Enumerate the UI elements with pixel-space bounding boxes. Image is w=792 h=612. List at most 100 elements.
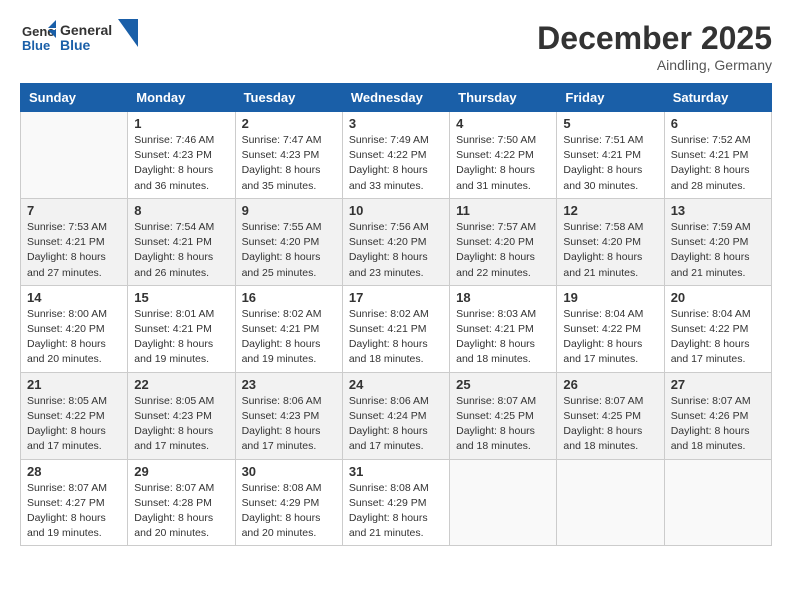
day-info: Sunrise: 8:06 AM Sunset: 4:24 PM Dayligh… — [349, 394, 443, 455]
day-info: Sunrise: 7:46 AM Sunset: 4:23 PM Dayligh… — [134, 133, 228, 194]
day-info: Sunrise: 8:07 AM Sunset: 4:25 PM Dayligh… — [456, 394, 550, 455]
calendar-cell: 20 Sunrise: 8:04 AM Sunset: 4:22 PM Dayli… — [664, 285, 771, 372]
calendar-cell: 17 Sunrise: 8:02 AM Sunset: 4:21 PM Dayli… — [342, 285, 449, 372]
day-number: 9 — [242, 203, 336, 218]
calendar-cell: 13Sunrise: 7:59 AM Sunset: 4:20 PM Dayli… — [664, 198, 771, 285]
day-info: Sunrise: 8:03 AM Sunset: 4:21 PM Dayligh… — [456, 307, 550, 368]
day-number: 29 — [134, 464, 228, 479]
day-number: 15 — [134, 290, 228, 305]
day-number: 3 — [349, 116, 443, 131]
calendar-cell — [557, 459, 664, 546]
day-info: Sunrise: 7:57 AM Sunset: 4:20 PM Dayligh… — [456, 220, 550, 281]
day-info: Sunrise: 7:49 AM Sunset: 4:22 PM Dayligh… — [349, 133, 443, 194]
day-info: Sunrise: 7:51 AM Sunset: 4:21 PM Dayligh… — [563, 133, 657, 194]
calendar-cell: 22 Sunrise: 8:05 AM Sunset: 4:23 PM Dayli… — [128, 372, 235, 459]
title-block: December 2025 Aindling, Germany — [537, 20, 772, 73]
day-info: Sunrise: 7:47 AM Sunset: 4:23 PM Dayligh… — [242, 133, 336, 194]
logo: General Blue General Blue — [20, 20, 138, 56]
day-number: 22 — [134, 377, 228, 392]
calendar-week-row: 28Sunrise: 8:07 AM Sunset: 4:27 PM Dayli… — [21, 459, 772, 546]
day-number: 14 — [27, 290, 121, 305]
day-number: 31 — [349, 464, 443, 479]
calendar-table: SundayMondayTuesdayWednesdayThursdayFrid… — [20, 83, 772, 546]
calendar-cell: 29Sunrise: 8:07 AM Sunset: 4:28 PM Dayli… — [128, 459, 235, 546]
weekday-header: Wednesday — [342, 84, 449, 112]
day-number: 30 — [242, 464, 336, 479]
day-info: Sunrise: 7:55 AM Sunset: 4:20 PM Dayligh… — [242, 220, 336, 281]
svg-text:Blue: Blue — [22, 38, 50, 53]
calendar-cell: 8 Sunrise: 7:54 AM Sunset: 4:21 PM Daylig… — [128, 198, 235, 285]
day-number: 1 — [134, 116, 228, 131]
day-info: Sunrise: 7:58 AM Sunset: 4:20 PM Dayligh… — [563, 220, 657, 281]
weekday-header: Friday — [557, 84, 664, 112]
day-info: Sunrise: 8:05 AM Sunset: 4:22 PM Dayligh… — [27, 394, 121, 455]
location: Aindling, Germany — [537, 57, 772, 73]
month-title: December 2025 — [537, 20, 772, 57]
day-info: Sunrise: 8:00 AM Sunset: 4:20 PM Dayligh… — [27, 307, 121, 368]
day-info: Sunrise: 7:50 AM Sunset: 4:22 PM Dayligh… — [456, 133, 550, 194]
calendar-week-row: 21Sunrise: 8:05 AM Sunset: 4:22 PM Dayli… — [21, 372, 772, 459]
weekday-header: Sunday — [21, 84, 128, 112]
calendar-cell: 5 Sunrise: 7:51 AM Sunset: 4:21 PM Daylig… — [557, 112, 664, 199]
calendar-cell: 4 Sunrise: 7:50 AM Sunset: 4:22 PM Daylig… — [450, 112, 557, 199]
calendar-cell: 31Sunrise: 8:08 AM Sunset: 4:29 PM Dayli… — [342, 459, 449, 546]
calendar-cell: 2 Sunrise: 7:47 AM Sunset: 4:23 PM Daylig… — [235, 112, 342, 199]
calendar-cell: 12Sunrise: 7:58 AM Sunset: 4:20 PM Dayli… — [557, 198, 664, 285]
calendar-header-row: SundayMondayTuesdayWednesdayThursdayFrid… — [21, 84, 772, 112]
day-info: Sunrise: 7:56 AM Sunset: 4:20 PM Dayligh… — [349, 220, 443, 281]
calendar-cell: 10 Sunrise: 7:56 AM Sunset: 4:20 PM Dayli… — [342, 198, 449, 285]
day-number: 23 — [242, 377, 336, 392]
day-info: Sunrise: 8:07 AM Sunset: 4:26 PM Dayligh… — [671, 394, 765, 455]
calendar-cell: 19 Sunrise: 8:04 AM Sunset: 4:22 PM Dayli… — [557, 285, 664, 372]
day-number: 13 — [671, 203, 765, 218]
logo-triangle-icon — [118, 19, 138, 47]
day-number: 8 — [134, 203, 228, 218]
day-info: Sunrise: 7:54 AM Sunset: 4:21 PM Dayligh… — [134, 220, 228, 281]
day-number: 4 — [456, 116, 550, 131]
day-info: Sunrise: 8:02 AM Sunset: 4:21 PM Dayligh… — [349, 307, 443, 368]
weekday-header: Tuesday — [235, 84, 342, 112]
calendar-cell — [450, 459, 557, 546]
day-number: 5 — [563, 116, 657, 131]
calendar-cell — [21, 112, 128, 199]
day-number: 18 — [456, 290, 550, 305]
logo-blue: Blue — [60, 38, 112, 53]
day-info: Sunrise: 8:05 AM Sunset: 4:23 PM Dayligh… — [134, 394, 228, 455]
calendar-cell: 11Sunrise: 7:57 AM Sunset: 4:20 PM Dayli… — [450, 198, 557, 285]
day-number: 27 — [671, 377, 765, 392]
calendar-cell: 18 Sunrise: 8:03 AM Sunset: 4:21 PM Dayli… — [450, 285, 557, 372]
calendar-week-row: 14 Sunrise: 8:00 AM Sunset: 4:20 PM Dayli… — [21, 285, 772, 372]
calendar-cell: 30 Sunrise: 8:08 AM Sunset: 4:29 PM Dayli… — [235, 459, 342, 546]
calendar-cell: 28Sunrise: 8:07 AM Sunset: 4:27 PM Dayli… — [21, 459, 128, 546]
calendar-cell: 24Sunrise: 8:06 AM Sunset: 4:24 PM Dayli… — [342, 372, 449, 459]
day-number: 10 — [349, 203, 443, 218]
calendar-cell: 15 Sunrise: 8:01 AM Sunset: 4:21 PM Dayli… — [128, 285, 235, 372]
day-number: 26 — [563, 377, 657, 392]
calendar-cell: 9 Sunrise: 7:55 AM Sunset: 4:20 PM Daylig… — [235, 198, 342, 285]
day-info: Sunrise: 8:04 AM Sunset: 4:22 PM Dayligh… — [563, 307, 657, 368]
day-number: 17 — [349, 290, 443, 305]
weekday-header: Saturday — [664, 84, 771, 112]
calendar-week-row: 7 Sunrise: 7:53 AM Sunset: 4:21 PM Daylig… — [21, 198, 772, 285]
day-number: 7 — [27, 203, 121, 218]
day-number: 6 — [671, 116, 765, 131]
day-info: Sunrise: 8:08 AM Sunset: 4:29 PM Dayligh… — [242, 481, 336, 542]
day-number: 19 — [563, 290, 657, 305]
calendar-cell: 1 Sunrise: 7:46 AM Sunset: 4:23 PM Daylig… — [128, 112, 235, 199]
logo-general: General — [60, 23, 112, 38]
day-info: Sunrise: 8:04 AM Sunset: 4:22 PM Dayligh… — [671, 307, 765, 368]
calendar-cell — [664, 459, 771, 546]
calendar-cell: 25Sunrise: 8:07 AM Sunset: 4:25 PM Dayli… — [450, 372, 557, 459]
calendar-cell: 3 Sunrise: 7:49 AM Sunset: 4:22 PM Daylig… — [342, 112, 449, 199]
page-header: General Blue General Blue December 2025 … — [20, 20, 772, 73]
day-number: 16 — [242, 290, 336, 305]
day-number: 20 — [671, 290, 765, 305]
calendar-cell: 23Sunrise: 8:06 AM Sunset: 4:23 PM Dayli… — [235, 372, 342, 459]
calendar-cell: 16Sunrise: 8:02 AM Sunset: 4:21 PM Dayli… — [235, 285, 342, 372]
day-info: Sunrise: 8:07 AM Sunset: 4:27 PM Dayligh… — [27, 481, 121, 542]
calendar-cell: 14 Sunrise: 8:00 AM Sunset: 4:20 PM Dayli… — [21, 285, 128, 372]
day-info: Sunrise: 8:01 AM Sunset: 4:21 PM Dayligh… — [134, 307, 228, 368]
day-info: Sunrise: 7:53 AM Sunset: 4:21 PM Dayligh… — [27, 220, 121, 281]
calendar-week-row: 1 Sunrise: 7:46 AM Sunset: 4:23 PM Daylig… — [21, 112, 772, 199]
day-number: 2 — [242, 116, 336, 131]
